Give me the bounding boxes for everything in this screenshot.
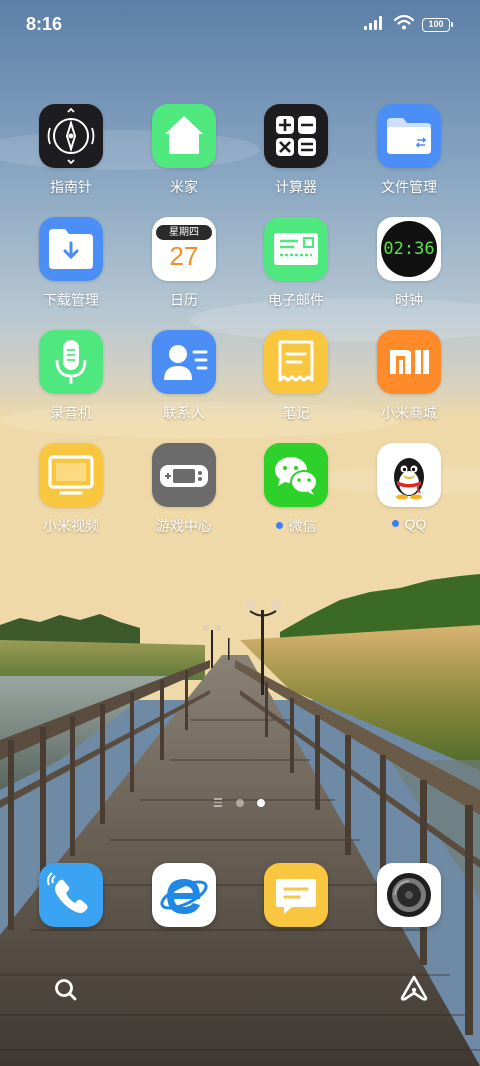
app-label: 笔记 xyxy=(282,405,310,421)
dock-messages[interactable] xyxy=(246,863,346,927)
browser-icon xyxy=(152,863,216,927)
app-recorder[interactable]: 录音机 xyxy=(21,330,121,423)
app-calculator[interactable]: 计算器 xyxy=(246,104,346,197)
app-label: 指南针 xyxy=(50,179,92,195)
app-label: 日历 xyxy=(170,292,198,308)
phone-icon xyxy=(39,863,103,927)
clock-icon: 02:36 xyxy=(377,217,441,281)
clock-time: 02:36 xyxy=(383,239,435,259)
gamepad-icon xyxy=(152,443,216,507)
app-label: 米家 xyxy=(170,179,198,195)
app-contacts[interactable]: 联系人 xyxy=(134,330,234,423)
app-clock[interactable]: 02:36 时钟 xyxy=(359,217,459,310)
qq-penguin-icon xyxy=(377,443,441,507)
calendar-icon: 星期四 27 xyxy=(152,217,216,281)
app-mi-store[interactable]: 小米商城 xyxy=(359,330,459,423)
app-label: 录音机 xyxy=(50,405,92,421)
app-qq[interactable]: QQ xyxy=(359,443,459,532)
app-label: 下载管理 xyxy=(43,292,99,308)
app-label: 游戏中心 xyxy=(156,518,212,534)
app-label: 联系人 xyxy=(163,405,205,421)
download-folder-icon xyxy=(39,217,103,281)
home-icon xyxy=(152,104,216,168)
app-wechat[interactable]: 微信 xyxy=(246,443,346,536)
app-label: 小米视频 xyxy=(43,518,99,534)
update-dot xyxy=(391,520,399,527)
app-calendar[interactable]: 星期四 27 日历 xyxy=(134,217,234,310)
app-compass[interactable]: 指南针 xyxy=(21,104,121,197)
app-label: 微信 xyxy=(246,516,346,536)
folder-icon xyxy=(377,104,441,168)
page-dot-active xyxy=(257,799,265,807)
messages-icon xyxy=(264,863,328,927)
notes-icon xyxy=(264,330,328,394)
page-dot xyxy=(236,799,244,807)
signal-bars-icon xyxy=(364,15,386,35)
update-dot xyxy=(275,522,283,529)
app-label: 小米商城 xyxy=(381,405,437,421)
status-bar: 8:16 100 xyxy=(0,0,480,50)
mi-store-icon xyxy=(377,330,441,394)
tv-icon xyxy=(39,443,103,507)
calendar-day: 27 xyxy=(169,241,199,271)
ai-assistant-icon[interactable] xyxy=(398,972,430,1004)
app-label: 计算器 xyxy=(275,179,317,195)
mail-icon xyxy=(264,217,328,281)
app-file-manager[interactable]: 文件管理 xyxy=(359,104,459,197)
page-indicator[interactable] xyxy=(210,797,270,809)
app-game-center[interactable]: 游戏中心 xyxy=(134,443,234,536)
app-label: 电子邮件 xyxy=(268,292,324,308)
status-icons: 100 xyxy=(364,14,453,35)
search-icon[interactable] xyxy=(50,974,82,1006)
calendar-weekday: 星期四 xyxy=(156,225,212,240)
compass-icon xyxy=(39,104,103,168)
app-label: 时钟 xyxy=(395,292,423,308)
app-downloads[interactable]: 下载管理 xyxy=(21,217,121,310)
dock-phone[interactable] xyxy=(21,863,121,927)
app-label: 文件管理 xyxy=(381,179,437,195)
calculator-icon xyxy=(264,104,328,168)
feed-page-indicator-icon xyxy=(214,798,222,807)
microphone-icon xyxy=(39,330,103,394)
dock-browser[interactable] xyxy=(134,863,234,927)
app-mijia[interactable]: 米家 xyxy=(134,104,234,197)
battery-indicator: 100 xyxy=(422,18,453,32)
app-notes[interactable]: 笔记 xyxy=(246,330,346,423)
dock-camera[interactable] xyxy=(359,863,459,927)
camera-icon xyxy=(377,863,441,927)
wifi-icon xyxy=(393,14,415,35)
contacts-icon xyxy=(152,330,216,394)
app-label: QQ xyxy=(359,516,459,532)
wechat-icon xyxy=(264,443,328,507)
app-email[interactable]: 电子邮件 xyxy=(246,217,346,310)
status-time: 8:16 xyxy=(26,14,63,34)
app-mi-video[interactable]: 小米视频 xyxy=(21,443,121,536)
